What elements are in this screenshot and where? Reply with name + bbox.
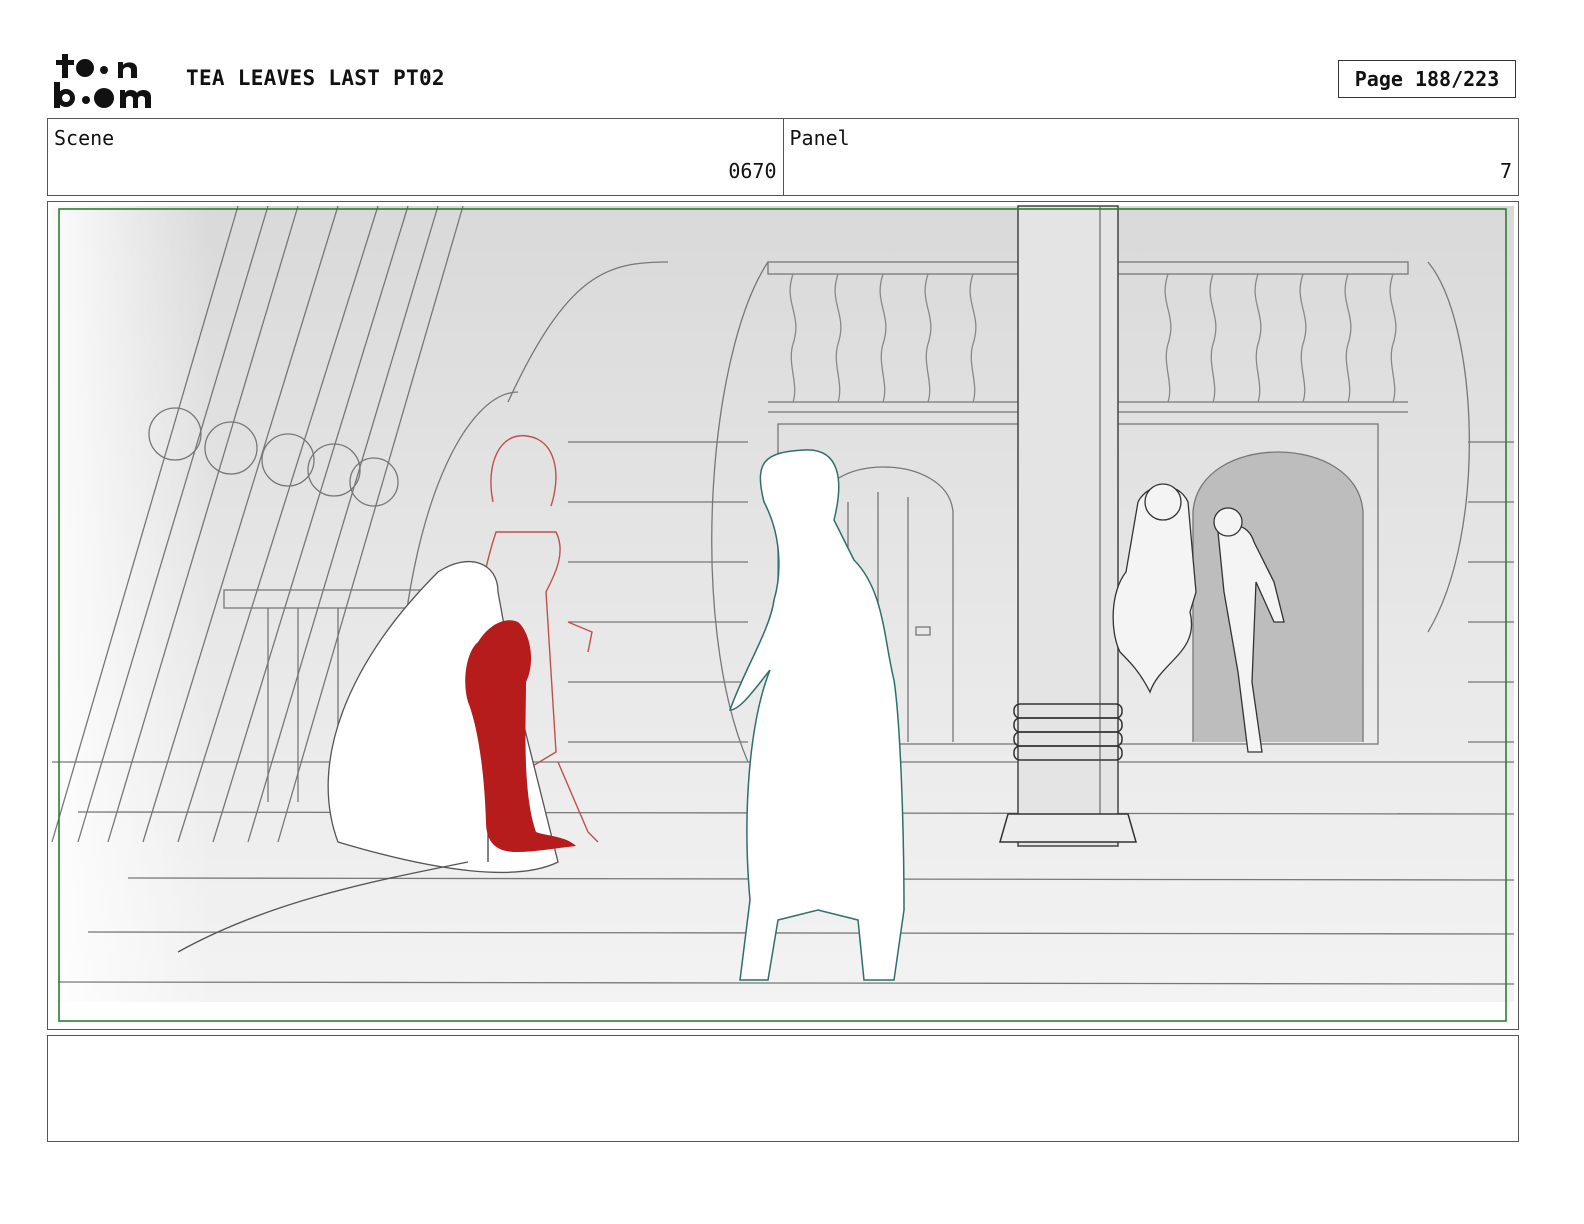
document-title: TEA LEAVES LAST PT02 [186,66,445,90]
action-notes-box [47,1035,1519,1142]
scene-cell: Scene 0670 [48,119,783,195]
scene-label: Scene [54,126,115,150]
page-number: Page 188/223 [1338,60,1516,98]
toon-boom-logo [54,54,151,108]
scene-panel-info: Scene 0670 Panel 7 [47,118,1519,196]
mast [999,205,1137,847]
panel-cell: Panel 7 [782,119,1519,195]
storyboard-drawing [51,205,1515,1022]
scene-number: 0670 [728,159,777,183]
storyboard-frame [47,201,1519,1030]
panel-number: 7 [1499,159,1512,183]
panel-label: Panel [789,126,850,150]
